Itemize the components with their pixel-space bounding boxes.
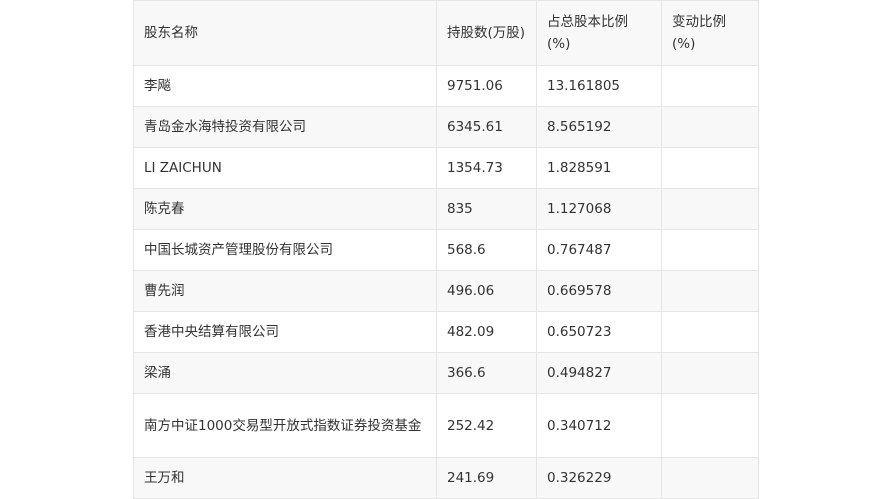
cell-shares: 496.06 (436, 270, 537, 312)
cell-shares: 6345.61 (436, 106, 537, 148)
cell-name: 青岛金水海特投资有限公司 (133, 106, 437, 148)
table-row: 青岛金水海特投资有限公司 6345.61 8.565192 (133, 106, 759, 148)
cell-change (661, 229, 759, 271)
table-row: 中国长城资产管理股份有限公司 568.6 0.767487 (133, 229, 759, 271)
cell-change (661, 65, 759, 107)
table-row: 曹先润 496.06 0.669578 (133, 270, 759, 312)
cell-change (661, 311, 759, 353)
cell-change (661, 270, 759, 312)
cell-shares: 252.42 (436, 393, 537, 458)
cell-name: 中国长城资产管理股份有限公司 (133, 229, 437, 271)
table-row: 陈克春 835 1.127068 (133, 188, 759, 230)
cell-shares: 835 (436, 188, 537, 230)
cell-ratio: 0.767487 (536, 229, 662, 271)
cell-name: 陈克春 (133, 188, 437, 230)
cell-shares: 482.09 (436, 311, 537, 353)
cell-change (661, 393, 759, 458)
cell-change (661, 106, 759, 148)
cell-shares: 568.6 (436, 229, 537, 271)
header-change: 变动比例(%) (661, 0, 759, 66)
cell-ratio: 1.127068 (536, 188, 662, 230)
cell-change (661, 352, 759, 394)
cell-shares: 241.69 (436, 457, 537, 499)
table-row: 南方中证1000交易型开放式指数证券投资基金 252.42 0.340712 (133, 393, 759, 458)
cell-ratio: 0.340712 (536, 393, 662, 458)
cell-name: LI ZAICHUN (133, 147, 437, 189)
header-ratio: 占总股本比例(%) (536, 0, 662, 66)
table-row: 梁涌 366.6 0.494827 (133, 352, 759, 394)
cell-name: 曹先润 (133, 270, 437, 312)
cell-change (661, 188, 759, 230)
cell-name: 香港中央结算有限公司 (133, 311, 437, 353)
cell-ratio: 0.650723 (536, 311, 662, 353)
cell-ratio: 0.669578 (536, 270, 662, 312)
cell-change (661, 147, 759, 189)
table-header-row: 股东名称 持股数(万股) 占总股本比例(%) 变动比例(%) (133, 0, 759, 66)
cell-ratio: 13.161805 (536, 65, 662, 107)
cell-shares: 9751.06 (436, 65, 537, 107)
cell-ratio: 8.565192 (536, 106, 662, 148)
table-row: 香港中央结算有限公司 482.09 0.650723 (133, 311, 759, 353)
cell-name: 南方中证1000交易型开放式指数证券投资基金 (133, 393, 437, 458)
cell-name: 李飚 (133, 65, 437, 107)
cell-name: 王万和 (133, 457, 437, 499)
header-shares: 持股数(万股) (436, 0, 537, 66)
cell-change (661, 457, 759, 499)
shareholder-table-container: 股东名称 持股数(万股) 占总股本比例(%) 变动比例(%) 李飚 9751.0… (133, 0, 759, 499)
cell-shares: 1354.73 (436, 147, 537, 189)
table-row: 王万和 241.69 0.326229 (133, 457, 759, 499)
cell-ratio: 1.828591 (536, 147, 662, 189)
shareholder-table: 股东名称 持股数(万股) 占总股本比例(%) 变动比例(%) 李飚 9751.0… (133, 0, 759, 499)
cell-name: 梁涌 (133, 352, 437, 394)
table-row: LI ZAICHUN 1354.73 1.828591 (133, 147, 759, 189)
cell-ratio: 0.326229 (536, 457, 662, 499)
header-shareholder-name: 股东名称 (133, 0, 437, 66)
table-row: 李飚 9751.06 13.161805 (133, 65, 759, 107)
cell-shares: 366.6 (436, 352, 537, 394)
cell-ratio: 0.494827 (536, 352, 662, 394)
